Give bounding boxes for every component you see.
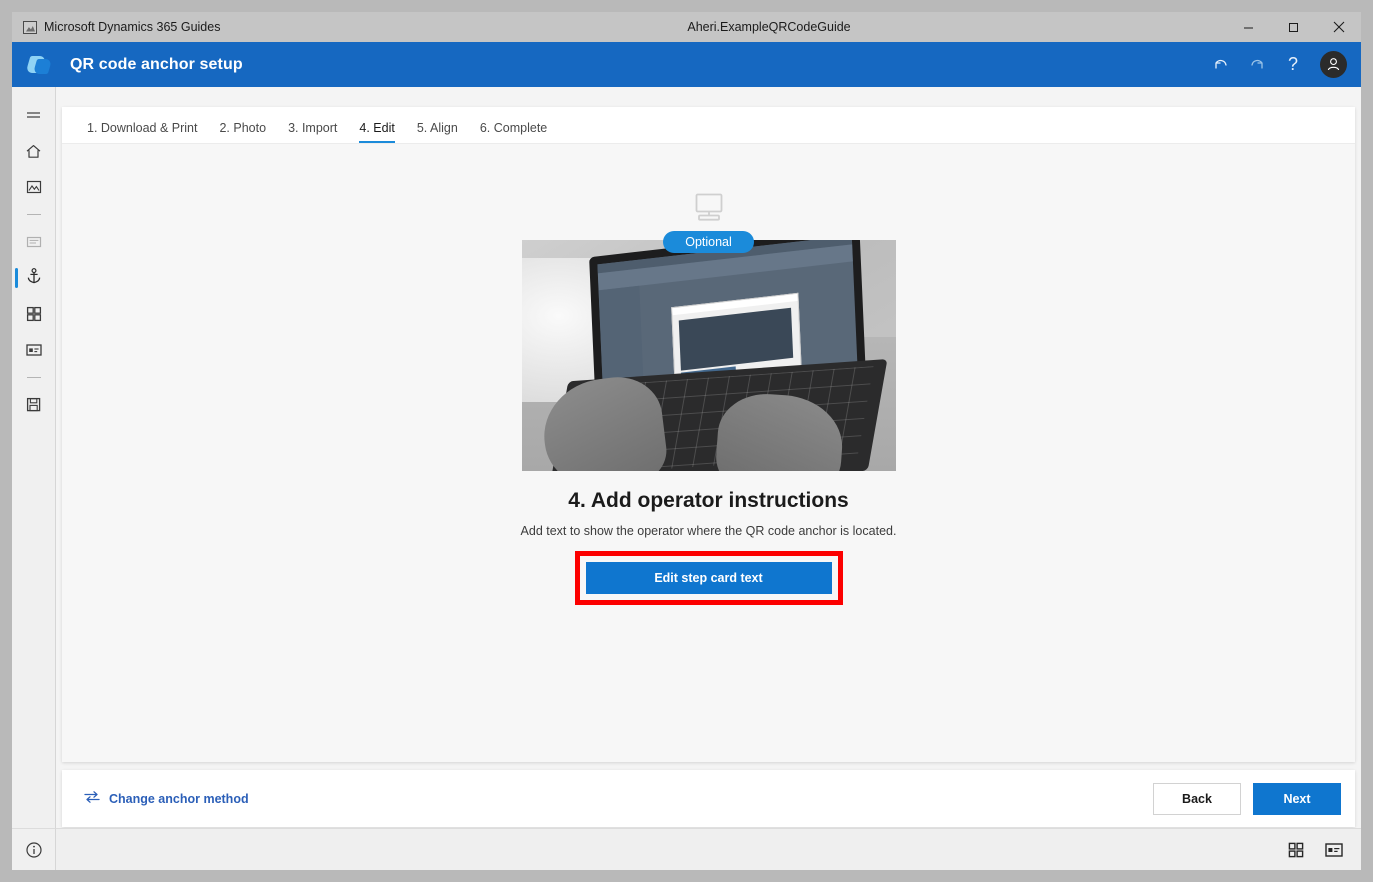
page-title: QR code anchor setup [70,55,243,73]
home-icon[interactable] [12,133,56,169]
image-icon[interactable] [12,169,56,205]
instruction-photo [521,240,896,471]
change-anchor-method-button[interactable]: Change anchor method [84,790,249,807]
tab-complete[interactable]: 6. Complete [469,121,558,143]
footer-nav-buttons: Back Next [1153,782,1341,815]
edit-step-panel: Optional 4. Add operator instructions Ad… [62,144,1355,762]
tab-import[interactable]: 3. Import [277,121,348,143]
picture-icon [23,20,37,34]
next-button[interactable]: Next [1253,782,1341,815]
minimize-button[interactable] [1226,12,1271,42]
save-icon[interactable] [12,387,56,423]
info-circle-icon[interactable] [12,828,56,870]
wizard-footer: Change anchor method Back Next [62,770,1355,827]
optional-badge: Optional [663,231,754,253]
step-title: 4. Add operator instructions [568,489,849,512]
maximize-button[interactable] [1271,12,1316,42]
rail-divider [26,377,41,378]
help-icon[interactable]: ? [1276,48,1310,82]
redo-icon[interactable] [1240,48,1274,82]
undo-icon[interactable] [1204,48,1238,82]
step-card-icon[interactable] [12,224,56,260]
window-controls [1226,12,1361,42]
anchor-icon [25,267,43,290]
status-bar [56,828,1361,870]
dynamics-guides-logo [25,51,54,79]
media-card-icon[interactable] [12,332,56,368]
edit-step-card-text-button[interactable]: Edit step card text [585,562,832,595]
wizard-tabs: 1. Download & Print 2. Photo 3. Import 4… [62,107,1355,144]
change-anchor-method-label: Change anchor method [109,791,249,806]
tab-download-and-print[interactable]: 1. Download & Print [76,121,208,143]
tab-edit[interactable]: 4. Edit [348,121,405,143]
setup-wizard-card: 1. Download & Print 2. Photo 3. Import 4… [62,107,1355,762]
title-bar: Microsoft Dynamics 365 Guides Aheri.Exam… [12,12,1361,42]
grid-icon[interactable] [12,296,56,332]
app-header: QR code anchor setup ? [12,42,1361,87]
document-title-label: Aheri.ExampleQRCodeGuide [687,20,851,34]
card-view-icon[interactable] [1323,839,1345,861]
close-button[interactable] [1316,12,1361,42]
content-region: 1. Download & Print 2. Photo 3. Import 4… [56,87,1361,870]
desktop-monitor-icon [691,192,727,229]
grid-view-icon[interactable] [1285,839,1307,861]
header-actions: ? [1204,48,1361,82]
step-description: Add text to show the operator where the … [520,524,897,538]
sidebar-item-anchor[interactable] [12,260,56,296]
back-button[interactable]: Back [1153,782,1241,815]
rail-divider [26,214,41,215]
user-avatar-icon[interactable] [1320,51,1347,78]
left-navigation-rail [12,87,56,870]
tab-photo[interactable]: 2. Photo [208,121,277,143]
tab-align[interactable]: 5. Align [406,121,469,143]
hamburger-menu-icon[interactable] [12,97,56,133]
app-name-label: Microsoft Dynamics 365 Guides [44,20,221,34]
application-window: Microsoft Dynamics 365 Guides Aheri.Exam… [0,0,1373,882]
swap-arrows-icon [84,790,100,807]
edit-step-card-text-container: Edit step card text [574,551,843,606]
